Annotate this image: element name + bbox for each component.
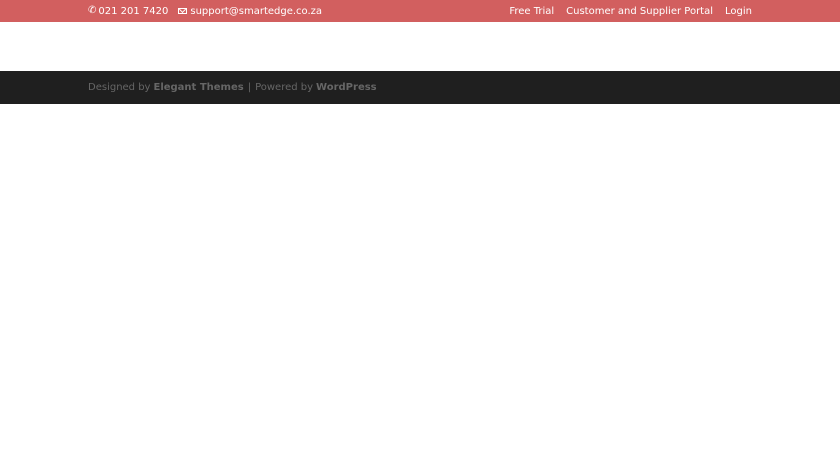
footer-credits: Designed by Elegant Themes | Powered by … — [88, 71, 380, 104]
nav-customer-supplier-portal[interactable]: Customer and Supplier Portal — [566, 6, 713, 17]
designed-by-text: Designed by — [88, 82, 151, 93]
phone-icon: ✆ — [88, 5, 97, 16]
email-address[interactable]: support@smartedge.co.za — [190, 6, 322, 17]
footer-bar: Designed by Elegant Themes | Powered by … — [0, 71, 840, 104]
top-bar: ✆ 021 201 7420 support@smartedge.co.za F… — [0, 0, 840, 22]
powered-by-text: Powered by — [255, 82, 314, 93]
phone-number: 021 201 7420 — [98, 5, 169, 17]
footer-separator: | — [247, 82, 252, 93]
phone-contact: ✆ 021 201 7420 — [88, 6, 168, 17]
wordpress-link[interactable]: WordPress — [316, 82, 377, 93]
contact-info: ✆ 021 201 7420 support@smartedge.co.za — [88, 0, 332, 22]
top-nav: Free Trial Customer and Supplier Portal … — [497, 0, 752, 22]
nav-free-trial[interactable]: Free Trial — [509, 6, 554, 17]
email-contact[interactable]: support@smartedge.co.za — [178, 6, 322, 17]
elegant-themes-link[interactable]: Elegant Themes — [153, 82, 243, 93]
nav-login[interactable]: Login — [725, 6, 752, 17]
envelope-icon — [178, 8, 188, 14]
